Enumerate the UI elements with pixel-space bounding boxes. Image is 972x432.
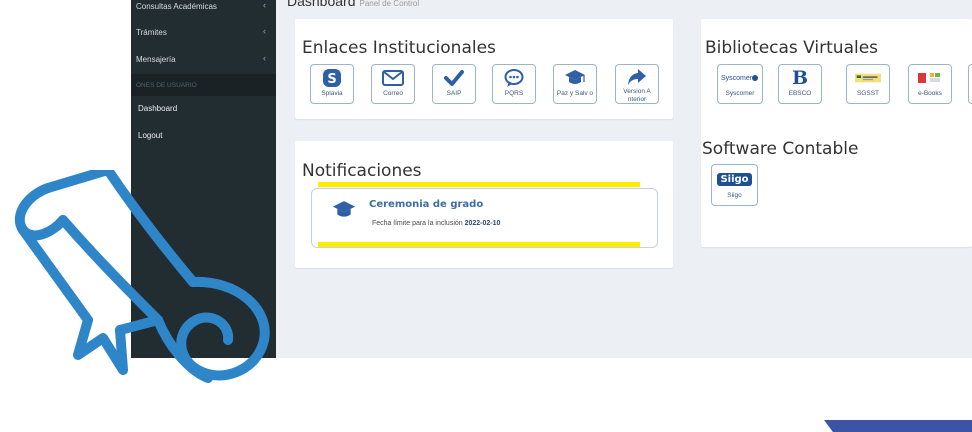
mail-icon — [380, 68, 406, 88]
chevron-left-icon: ‹ — [263, 26, 266, 36]
sidebar-item-logout[interactable]: Logout — [131, 124, 276, 146]
tile-paz-y-salvo[interactable]: Paz y Salv o — [553, 64, 597, 104]
main-content: Dashboard Panel de Control Enlaces Instit… — [276, 0, 972, 358]
sgsst-logo — [855, 68, 881, 88]
software-contable-title: Software Contable — [702, 139, 859, 159]
tile-correo[interactable]: Correo — [371, 64, 415, 104]
tile-pqrs[interactable]: PQRS — [492, 64, 536, 104]
tile-label: EBSCO — [788, 90, 812, 97]
share-arrow-icon — [624, 68, 650, 86]
syscomer-logo-text: Syscomer — [721, 75, 753, 82]
tile-sgsst[interactable]: SGSST — [846, 64, 890, 104]
tile-label: Paz y Salv o — [556, 90, 594, 97]
sidebar-item-consultas-academicas[interactable]: Consultas Académicas ‹ — [131, 0, 276, 18]
diploma-icon — [14, 170, 270, 383]
tile-overflow[interactable] — [968, 64, 972, 104]
bibliotecas-box: Bibliotecas Virtuales Syscomer Syscomer … — [701, 19, 972, 247]
notification-card[interactable]: Ceremonia de grado Fecha límite para la … — [311, 188, 658, 248]
tile-saip[interactable]: SAIP — [432, 64, 476, 104]
bibliotecas-title: Bibliotecas Virtuales — [705, 38, 879, 58]
tile-siigo[interactable]: Siigo Siigo — [711, 164, 758, 206]
graduation-cap-icon — [330, 200, 358, 224]
tile-ebsco[interactable]: B EBSCO — [778, 64, 822, 104]
tile-label: Splavia — [321, 90, 343, 97]
notificaciones-box: Notificaciones Ceremonia de grado Fecha … — [295, 141, 673, 268]
tile-syscomer[interactable]: Syscomer Syscomer — [717, 64, 763, 104]
sidebar-section-header: ONES DE USUARIO — [131, 74, 276, 96]
tile-e-books[interactable]: e-Books — [908, 64, 952, 104]
chat-bubble-icon — [501, 68, 527, 88]
tile-version-anterior[interactable]: Version A nterior — [615, 64, 659, 104]
sidebar-item-label: Logout — [138, 130, 163, 140]
highlight-mark-top — [318, 182, 640, 187]
tile-label: Siigo — [727, 192, 742, 199]
ebsco-logo-text: B — [791, 67, 809, 89]
notification-date: 2022-02-10 — [464, 220, 501, 227]
highlight-mark-bottom — [318, 242, 640, 247]
ebooks-logo — [917, 68, 943, 88]
tile-label: Correo — [383, 90, 403, 97]
tile-label: Syscomer — [725, 90, 755, 97]
tile-label: SGSST — [856, 90, 880, 97]
page-subtitle: Panel de Control — [359, 0, 420, 8]
chevron-left-icon: ‹ — [263, 53, 266, 63]
bottom-decoration — [824, 420, 972, 432]
tile-label: SAIP — [446, 90, 462, 97]
tile-label: Version A nterior — [623, 88, 651, 103]
syscomer-logo: Syscomer — [720, 68, 760, 88]
chevron-left-icon: ‹ — [263, 0, 266, 10]
svg-text:S: S — [327, 72, 336, 87]
sidebar-item-label: Dashboard — [138, 103, 178, 113]
sidebar-item-mensajeria[interactable]: Mensajería ‹ — [131, 47, 276, 71]
notification-detail: Fecha límite para la inclusión 2022-02-1… — [372, 220, 500, 227]
ebsco-logo: B — [787, 67, 813, 89]
check-icon — [441, 68, 467, 88]
enlaces-institucionales-box: Enlaces Institucionales S Splavia Correo… — [295, 19, 673, 119]
screenshot-stage: { "sidebar": { "items": [ {"label": "Con… — [0, 0, 972, 432]
page-title: Dashboard Panel de Control — [287, 0, 419, 9]
notification-subtitle: Fecha límite para la inclusión — [372, 220, 463, 227]
sidebar-item-dashboard[interactable]: Dashboard — [131, 97, 276, 119]
notification-title: Ceremonia de grado — [369, 199, 484, 210]
sidebar-item-label: Mensajería — [136, 54, 176, 64]
enlaces-title: Enlaces Institucionales — [302, 38, 496, 58]
graduation-cap-icon — [562, 68, 588, 88]
notificaciones-title: Notificaciones — [302, 161, 422, 181]
tile-label: PQRS — [504, 90, 524, 97]
siigo-logo: Siigo — [716, 168, 754, 190]
tile-label: e-Books — [918, 90, 942, 97]
sidebar-item-label: Trámites — [136, 27, 167, 37]
siigo-logo-text: Siigo — [717, 172, 752, 186]
page-title-text: Dashboard — [287, 0, 356, 9]
skype-icon: S — [319, 68, 345, 88]
sidebar-item-tramites[interactable]: Trámites ‹ — [131, 20, 276, 44]
tile-splavia[interactable]: S Splavia — [310, 64, 354, 104]
sidebar-item-label: Consultas Académicas — [136, 1, 217, 11]
